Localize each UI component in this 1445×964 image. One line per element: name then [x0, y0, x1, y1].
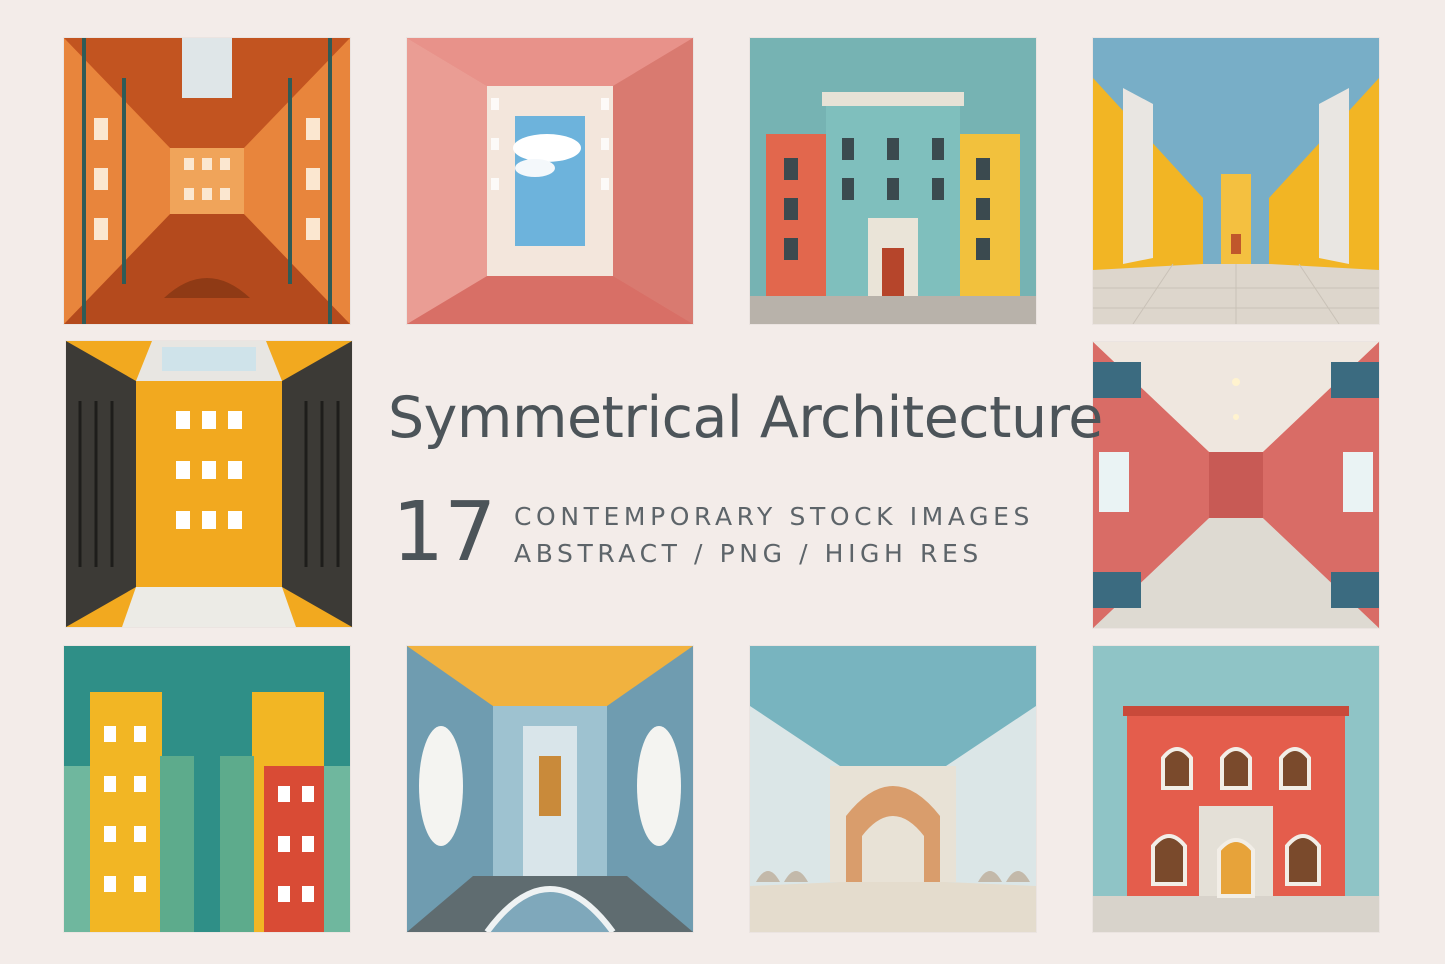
- image-colorful-twin-towers: [64, 646, 350, 932]
- image-count: 17: [392, 485, 497, 580]
- subtitle-line-2: ABSTRACT / PNG / HIGH RES: [514, 539, 983, 568]
- image-orange-courtyard-upward: [64, 38, 350, 324]
- image-plaza-arches: [750, 646, 1036, 932]
- image-red-house-facade: [1093, 646, 1379, 932]
- image-yellow-street-perspective: [1093, 38, 1379, 324]
- image-pink-courtyard-sky: [407, 38, 693, 324]
- image-yellow-courtyard-upward: [66, 341, 352, 627]
- image-blue-interior-stairs: [407, 646, 693, 932]
- image-pastel-building-facade: [750, 38, 1036, 324]
- subtitle-line-1: CONTEMPORARY STOCK IMAGES: [514, 502, 1034, 531]
- image-pink-corridor-mirror: [1093, 342, 1379, 628]
- page-title: Symmetrical Architecture: [388, 385, 1103, 451]
